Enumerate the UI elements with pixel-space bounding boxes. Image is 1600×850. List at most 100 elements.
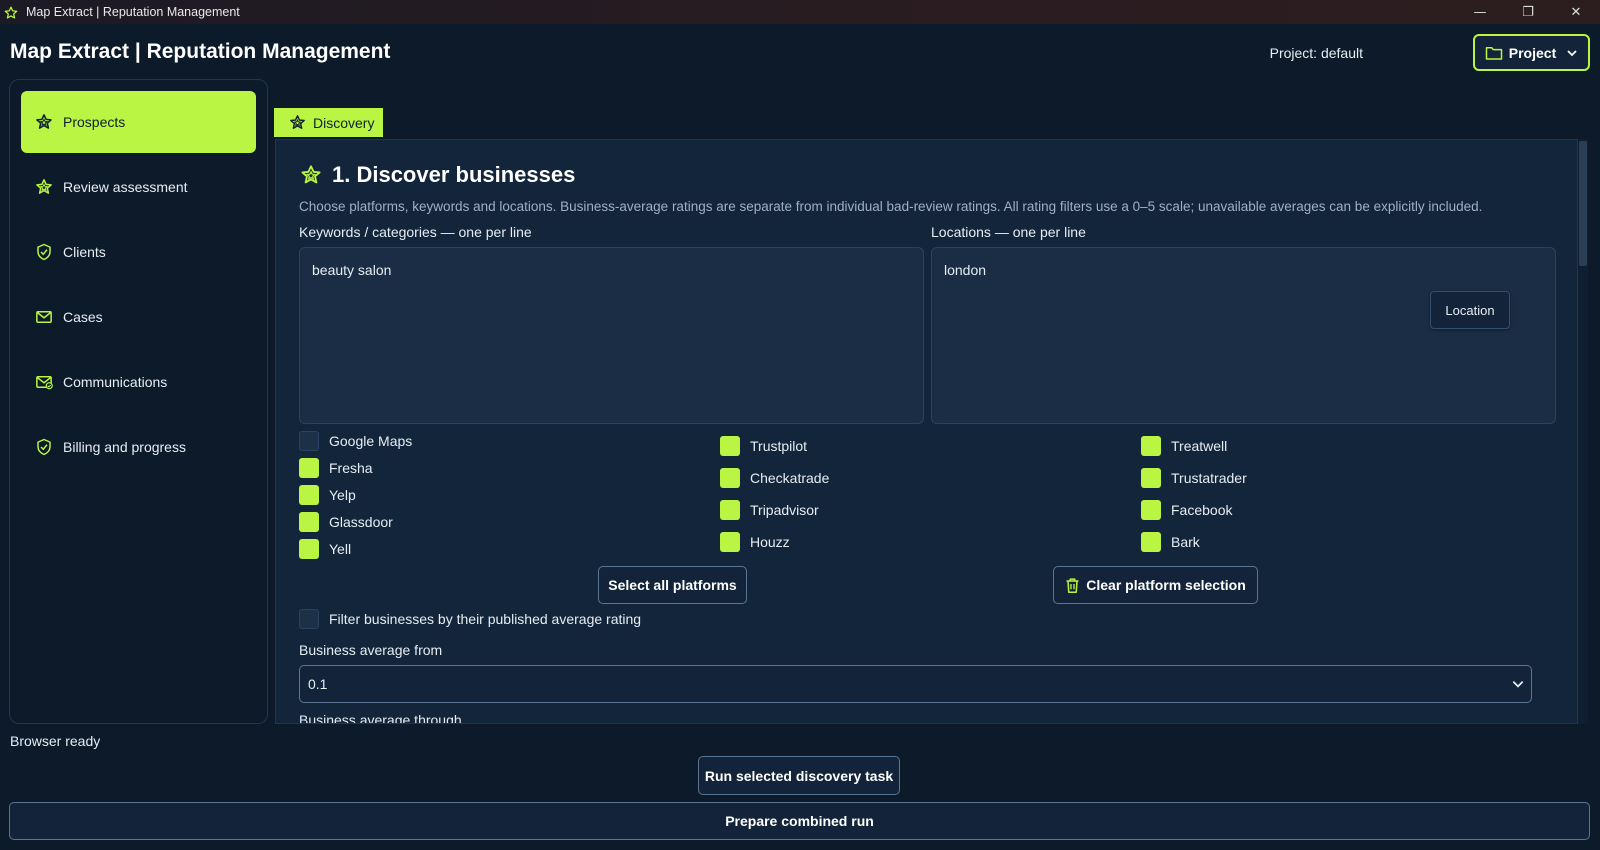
star-icon [300,164,322,186]
checkbox[interactable] [720,468,740,488]
checkbox-label: Glassdoor [329,514,393,530]
locations-input[interactable]: london [931,247,1556,424]
shield-check-icon [35,438,53,456]
checkbox[interactable] [720,500,740,520]
platform-treatwell[interactable]: Treatwell [1141,436,1227,456]
maximize-button[interactable]: ❐ [1504,0,1552,24]
checkbox[interactable] [720,532,740,552]
button-label: Clear platform selection [1086,577,1246,593]
checkbox-label: Trustpilot [750,438,808,454]
checkbox[interactable] [299,431,319,451]
star-icon [35,113,53,131]
sidebar-item-review-assessment[interactable]: Review assessment [21,156,256,218]
locations-label: Locations — one per line [931,224,1086,240]
checkbox-label: Treatwell [1171,438,1228,454]
checkbox-label: Fresha [329,460,373,476]
select-all-platforms-button[interactable]: Select all platforms [598,566,747,604]
sidebar-item-label: Prospects [63,114,126,130]
app-star-icon [4,5,18,19]
project-button-label: Project [1508,44,1557,61]
project-label: Project: default [1269,45,1363,61]
keywords-input[interactable]: beauty salon [299,247,924,424]
sidebar-item-label: Review assessment [63,179,188,195]
checkbox[interactable] [299,485,319,505]
scrollbar-thumb[interactable] [1579,141,1587,266]
status-text: Browser ready [10,733,101,749]
checkbox-label: Filter businesses by their published ave… [329,611,642,627]
platform-checkatrade[interactable]: Checkatrade [720,468,829,488]
filter-by-average-rating[interactable]: Filter businesses by their published ave… [299,609,641,629]
star-icon [35,178,53,196]
sidebar: Prospects Review assessment Clients Case… [9,79,268,724]
tab-discovery[interactable]: Discovery [274,108,383,137]
avg-through-label: Business average through [299,712,462,724]
checkbox[interactable] [1141,468,1161,488]
platform-glassdoor[interactable]: Glassdoor [299,512,393,532]
checkbox-label: Google Maps [329,433,413,449]
checkbox[interactable] [299,539,319,559]
platform-trustpilot[interactable]: Trustpilot [720,436,807,456]
button-label: Select all platforms [608,577,737,593]
keywords-label: Keywords / categories — one per line [299,224,532,240]
minimize-button[interactable]: — [1456,0,1504,24]
project-dropdown-button[interactable]: Project [1473,34,1590,71]
platform-yell[interactable]: Yell [299,539,351,559]
checkbox[interactable] [299,458,319,478]
checkbox-label: Tripadvisor [750,502,819,518]
avg-from-label: Business average from [299,642,443,658]
platform-google-maps[interactable]: Google Maps [299,431,412,451]
run-discovery-button[interactable]: Run selected discovery task [698,756,900,795]
shield-check-icon [35,243,53,261]
checkbox-label: Yelp [329,487,356,503]
section-title: 1. Discover businesses [300,162,575,188]
checkbox-label: Trustatrader [1171,470,1247,486]
close-button[interactable]: ✕ [1552,0,1600,24]
checkbox[interactable] [299,512,319,532]
select-value: 0.1 [308,676,328,692]
sidebar-item-billing[interactable]: Billing and progress [21,416,256,478]
platform-bark[interactable]: Bark [1141,532,1200,552]
checkbox-label: Yell [329,541,352,557]
section-title-text: 1. Discover businesses [332,162,576,187]
sidebar-item-label: Cases [63,309,103,325]
app-title: Map Extract | Reputation Management [10,40,391,63]
folder-icon [1485,45,1503,61]
sidebar-item-prospects[interactable]: Prospects [21,91,256,153]
platform-fresha[interactable]: Fresha [299,458,373,478]
sidebar-item-communications[interactable]: Communications [21,351,256,413]
mail-icon [35,308,53,326]
window-titlebar: Map Extract | Reputation Management — ❐ … [0,0,1600,24]
tab-label: Discovery [313,114,375,131]
sidebar-item-label: Communications [63,374,168,390]
sidebar-item-label: Billing and progress [63,439,186,455]
checkbox[interactable] [299,609,319,629]
mail-check-icon [35,373,53,391]
checkbox[interactable] [720,436,740,456]
checkbox[interactable] [1141,436,1161,456]
chevron-down-icon [1566,47,1578,59]
avg-from-select[interactable]: 0.1 [299,665,1532,703]
checkbox[interactable] [1141,532,1161,552]
sidebar-item-cases[interactable]: Cases [21,286,256,348]
section-description: Choose platforms, keywords and locations… [299,199,1483,214]
platform-trustatrader[interactable]: Trustatrader [1141,468,1247,488]
platform-houzz[interactable]: Houzz [720,532,790,552]
clear-platform-selection-button[interactable]: Clear platform selection [1053,566,1258,604]
platform-tripadvisor[interactable]: Tripadvisor [720,500,819,520]
platform-facebook[interactable]: Facebook [1141,500,1232,520]
sidebar-item-label: Clients [63,244,106,260]
window-title: Map Extract | Reputation Management [26,5,240,19]
discovery-panel: 1. Discover businesses Choose platforms,… [275,139,1578,724]
checkbox-label: Facebook [1171,502,1233,518]
platform-yelp[interactable]: Yelp [299,485,356,505]
checkbox-label: Bark [1171,534,1200,550]
checkbox[interactable] [1141,500,1161,520]
star-icon [289,114,306,131]
location-button[interactable]: Location [1430,291,1510,329]
prepare-combined-run-button[interactable]: Prepare combined run [9,802,1590,840]
checkbox-label: Checkatrade [750,470,830,486]
sidebar-item-clients[interactable]: Clients [21,221,256,283]
chevron-down-icon [1511,677,1525,691]
trash-icon [1065,577,1080,594]
checkbox-label: Houzz [750,534,790,550]
